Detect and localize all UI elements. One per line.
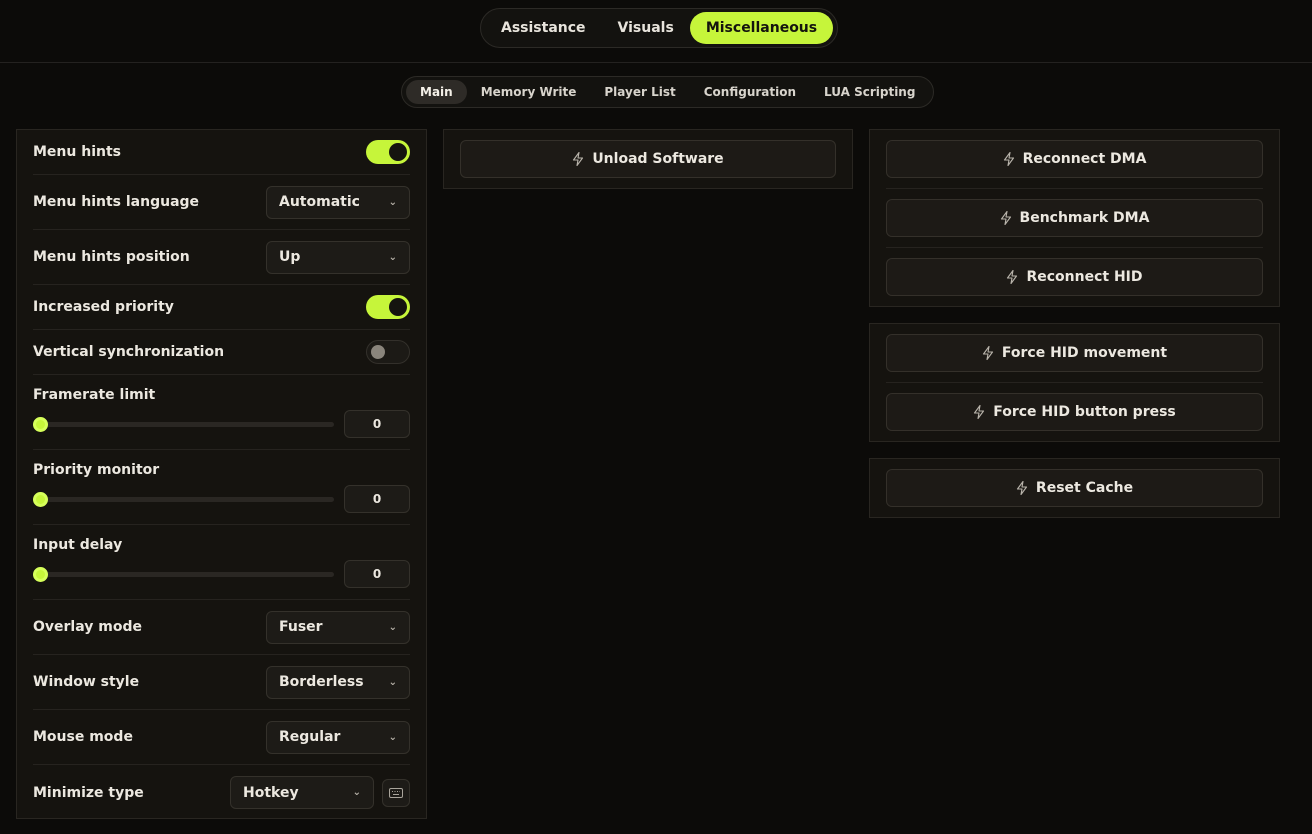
chevron-down-icon: ⌄ bbox=[388, 251, 397, 263]
sub-tabs: Main Memory Write Player List Configurat… bbox=[401, 76, 935, 108]
subtab-player-list[interactable]: Player List bbox=[590, 80, 689, 104]
vertical-sync-toggle[interactable] bbox=[366, 340, 410, 364]
toggle-knob bbox=[371, 345, 385, 359]
setting-framerate-limit: Framerate limit 0 bbox=[33, 375, 410, 450]
top-bar: Assistance Visuals Miscellaneous bbox=[0, 0, 1312, 63]
setting-menu-hints: Menu hints bbox=[33, 130, 410, 175]
setting-priority-monitor: Priority monitor 0 bbox=[33, 450, 410, 525]
lightning-icon bbox=[1000, 211, 1011, 225]
setting-label: Menu hints language bbox=[33, 194, 200, 210]
lightning-icon bbox=[1003, 152, 1014, 166]
select-value: Up bbox=[279, 249, 301, 265]
setting-label: Minimize type bbox=[33, 784, 144, 801]
setting-label: Priority monitor bbox=[33, 462, 160, 478]
input-delay-slider[interactable] bbox=[33, 566, 334, 582]
subtab-main[interactable]: Main bbox=[406, 80, 467, 104]
setting-menu-hints-position: Menu hints position Up ⌄ bbox=[33, 230, 410, 285]
settings-panel: Menu hints Menu hints language Automatic… bbox=[16, 129, 427, 819]
setting-label: Overlay mode bbox=[33, 619, 142, 635]
unload-software-button[interactable]: Unload Software bbox=[460, 140, 836, 178]
hotkey-button[interactable] bbox=[382, 778, 410, 807]
reset-cache-button[interactable]: Reset Cache bbox=[886, 469, 1263, 507]
setting-label: Input delay bbox=[33, 537, 123, 553]
subtab-lua-scripting[interactable]: LUA Scripting bbox=[810, 80, 929, 104]
setting-label: Menu hints bbox=[33, 144, 121, 160]
menu-hints-position-select[interactable]: Up ⌄ bbox=[266, 240, 410, 274]
chevron-down-icon: ⌄ bbox=[388, 621, 397, 633]
setting-label: Menu hints position bbox=[33, 249, 190, 265]
select-value: Fuser bbox=[279, 619, 323, 635]
divider bbox=[886, 188, 1263, 189]
tab-visuals[interactable]: Visuals bbox=[602, 12, 690, 44]
setting-mouse-mode: Mouse mode Regular ⌄ bbox=[33, 710, 410, 765]
subtab-configuration[interactable]: Configuration bbox=[690, 80, 810, 104]
lightning-icon bbox=[974, 405, 985, 419]
force-hid-movement-button[interactable]: Force HID movement bbox=[886, 334, 1263, 372]
minimize-type-select[interactable]: Hotkey ⌄ bbox=[230, 776, 374, 809]
lightning-icon bbox=[1016, 481, 1027, 495]
framerate-limit-slider[interactable] bbox=[33, 416, 334, 432]
dma-panel: Reconnect DMA Benchmark DMA Reconnect HI… bbox=[869, 129, 1280, 307]
chevron-down-icon: ⌄ bbox=[388, 196, 397, 208]
keyboard-icon bbox=[389, 787, 403, 798]
slider-thumb[interactable] bbox=[33, 491, 48, 507]
overlay-mode-select[interactable]: Fuser ⌄ bbox=[266, 610, 410, 644]
setting-label: Mouse mode bbox=[33, 729, 133, 745]
lightning-icon bbox=[1007, 270, 1018, 284]
select-value: Automatic bbox=[279, 194, 360, 210]
select-value: Hotkey bbox=[243, 784, 299, 801]
mouse-mode-select[interactable]: Regular ⌄ bbox=[266, 720, 410, 754]
lightning-icon bbox=[573, 152, 584, 166]
tab-miscellaneous[interactable]: Miscellaneous bbox=[689, 12, 834, 44]
setting-label: Vertical synchronization bbox=[33, 344, 225, 360]
chevron-down-icon: ⌄ bbox=[388, 731, 397, 743]
divider bbox=[886, 247, 1263, 248]
menu-hints-toggle[interactable] bbox=[366, 140, 410, 164]
cache-panel: Reset Cache bbox=[869, 458, 1280, 518]
setting-overlay-mode: Overlay mode Fuser ⌄ bbox=[33, 600, 410, 655]
slider-thumb[interactable] bbox=[33, 566, 48, 582]
setting-vertical-sync: Vertical synchronization bbox=[33, 330, 410, 375]
button-label: Force HID button press bbox=[993, 404, 1176, 420]
button-label: Reconnect HID bbox=[1026, 269, 1143, 285]
button-label: Force HID movement bbox=[1001, 345, 1168, 361]
reconnect-hid-button[interactable]: Reconnect HID bbox=[886, 258, 1263, 296]
setting-label: Framerate limit bbox=[33, 387, 156, 403]
setting-label: Increased priority bbox=[33, 299, 174, 315]
setting-menu-hints-language: Menu hints language Automatic ⌄ bbox=[33, 175, 410, 230]
setting-input-delay: Input delay 0 bbox=[33, 525, 410, 600]
chevron-down-icon: ⌄ bbox=[352, 787, 361, 798]
menu-hints-language-select[interactable]: Automatic ⌄ bbox=[266, 185, 410, 219]
reconnect-dma-button[interactable]: Reconnect DMA bbox=[886, 140, 1263, 178]
force-hid-button-press-button[interactable]: Force HID button press bbox=[886, 393, 1263, 431]
unload-panel: Unload Software bbox=[443, 129, 853, 189]
hid-panel: Force HID movement Force HID button pres… bbox=[869, 323, 1280, 442]
input-delay-value[interactable]: 0 bbox=[344, 560, 410, 588]
button-label: Unload Software bbox=[592, 151, 724, 167]
button-label: Reset Cache bbox=[1035, 480, 1134, 496]
button-label: Reconnect DMA bbox=[1022, 151, 1147, 167]
subtab-memory-write[interactable]: Memory Write bbox=[467, 80, 591, 104]
tab-assistance[interactable]: Assistance bbox=[485, 12, 602, 44]
select-value: Borderless bbox=[279, 674, 364, 690]
button-label: Benchmark DMA bbox=[1019, 210, 1150, 226]
setting-increased-priority: Increased priority bbox=[33, 285, 410, 330]
priority-monitor-slider[interactable] bbox=[33, 491, 334, 507]
main-tabs: Assistance Visuals Miscellaneous bbox=[480, 8, 839, 48]
toggle-knob bbox=[389, 298, 407, 316]
toggle-knob bbox=[389, 143, 407, 161]
setting-window-style: Window style Borderless ⌄ bbox=[33, 655, 410, 710]
select-value: Regular bbox=[279, 729, 341, 745]
priority-monitor-value[interactable]: 0 bbox=[344, 485, 410, 513]
benchmark-dma-button[interactable]: Benchmark DMA bbox=[886, 199, 1263, 237]
setting-minimize-type: Minimize type Hotkey ⌄ bbox=[33, 765, 410, 820]
framerate-limit-value[interactable]: 0 bbox=[344, 410, 410, 438]
chevron-down-icon: ⌄ bbox=[388, 676, 397, 688]
divider bbox=[886, 382, 1263, 383]
lightning-icon bbox=[982, 346, 993, 360]
increased-priority-toggle[interactable] bbox=[366, 295, 410, 319]
slider-thumb[interactable] bbox=[33, 416, 48, 432]
setting-label: Window style bbox=[33, 674, 140, 690]
window-style-select[interactable]: Borderless ⌄ bbox=[266, 665, 410, 699]
